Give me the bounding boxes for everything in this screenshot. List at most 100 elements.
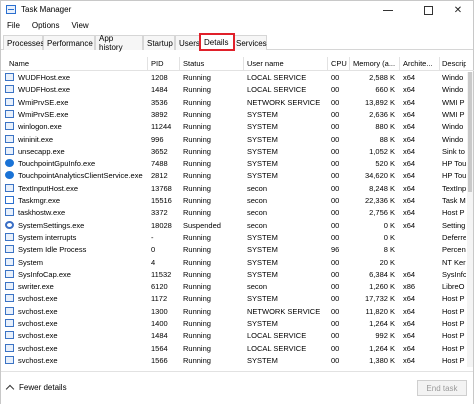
table-row[interactable]: TouchpointGpuInfo.exe 7488 Running SYSTEM 00… — [1, 158, 474, 169]
column-name[interactable]: Name — [9, 59, 29, 68]
menu-view[interactable]: View — [71, 21, 88, 30]
column-divider[interactable] — [179, 57, 180, 71]
table-row[interactable]: Taskmgr.exe 15516 Running secon 00 22,336 K x6… — [1, 195, 474, 206]
table-row[interactable]: SysInfoCap.exe 11532 Running SYSTEM 00 6,384 … — [1, 269, 474, 280]
process-architecture: x64 — [403, 171, 416, 181]
process-memory: 13,892 K — [364, 97, 395, 107]
process-memory: 1,264 K — [369, 319, 395, 328]
process-architecture: x64 — [403, 109, 416, 119]
close-icon: ✕ — [453, 4, 463, 16]
window-icon — [5, 146, 14, 155]
table-row[interactable]: TouchpointAnalyticsClientService.exe 2812… — [1, 170, 474, 181]
tab-performance[interactable]: Performance — [43, 35, 95, 50]
table-row[interactable]: WUDFHost.exe 1208 Running LOCAL SERVICE 00 2,… — [1, 72, 474, 83]
column-cpu[interactable]: CPU — [331, 59, 347, 68]
process-name: WUDFHost.exe — [18, 85, 71, 95]
process-name: swriter.exe — [18, 282, 54, 292]
gear-icon — [5, 220, 14, 229]
process-description: TextInp — [442, 183, 466, 193]
column-divider[interactable] — [349, 57, 350, 71]
table-row[interactable]: System interrupts - Running SYSTEM 00 0 K Defe… — [1, 232, 474, 243]
process-status: Running — [183, 294, 211, 304]
process-name: System Idle Process — [18, 245, 87, 255]
column-divider[interactable] — [147, 57, 148, 71]
process-status: Suspended — [183, 220, 221, 230]
process-status: Running — [183, 257, 211, 267]
process-cpu: 00 — [331, 269, 340, 279]
table-row[interactable]: winlogon.exe 11244 Running SYSTEM 00 880 K x64… — [1, 121, 474, 132]
tab-users[interactable]: Users — [175, 35, 201, 50]
table-row[interactable]: unsecapp.exe 3652 Running SYSTEM 00 1,052 K x6… — [1, 146, 474, 157]
process-cpu: 00 — [331, 196, 340, 205]
process-description: HP Tou — [442, 159, 466, 169]
scrollbar-thumb[interactable] — [468, 72, 472, 192]
process-name: wininit.exe — [18, 134, 54, 144]
table-row[interactable]: svchost.exe 1300 Running NETWORK SERVICE 00 1… — [1, 306, 474, 317]
table-row[interactable]: svchost.exe 1566 Running SYSTEM 00 1,380 K x64… — [1, 355, 474, 366]
process-status: Running — [183, 319, 211, 328]
table-row[interactable]: svchost.exe 1564 Running LOCAL SERVICE 00 1,2… — [1, 343, 474, 354]
table-row[interactable]: WmiPrvSE.exe 3536 Running NETWORK SERVICE 00… — [1, 97, 474, 108]
process-architecture: x64 — [403, 122, 416, 132]
table-row[interactable]: WmiPrvSE.exe 3892 Running SYSTEM 00 2,636 K x6… — [1, 109, 474, 120]
table-row[interactable]: wininit.exe 996 Running SYSTEM 00 88 K x64 Wind… — [1, 134, 474, 145]
maximize-button[interactable] — [411, 1, 445, 19]
tab-details[interactable]: Details — [199, 33, 235, 51]
title-bar[interactable]: Task Manager ✕ — [1, 1, 473, 19]
process-name: svchost.exe — [18, 306, 58, 316]
column-divider[interactable] — [243, 57, 244, 71]
process-memory: 34,620 K — [364, 171, 395, 181]
process-status: Running — [183, 85, 211, 95]
column-pid[interactable]: PID — [151, 59, 164, 68]
table-row[interactable]: taskhostw.exe 3372 Running secon 00 2,756 K x6… — [1, 207, 474, 218]
table-row[interactable]: svchost.exe 1172 Running SYSTEM 00 17,732 K x6… — [1, 293, 474, 304]
window-icon — [5, 269, 14, 278]
process-name: Taskmgr.exe — [18, 196, 61, 205]
process-user: LOCAL SERVICE — [247, 343, 307, 353]
table-row[interactable]: swriter.exe 6120 Running secon 00 1,260 K x86 L… — [1, 281, 474, 292]
end-task-button[interactable]: End task — [417, 380, 467, 396]
process-description: SysInfo — [442, 269, 466, 279]
tab-processes[interactable]: Processes — [3, 35, 44, 50]
process-status: Running — [183, 134, 211, 144]
process-architecture: x64 — [403, 331, 416, 341]
table-row[interactable]: TextInputHost.exe 13768 Running secon 00 8,24… — [1, 183, 474, 194]
process-memory: 1,380 K — [369, 355, 395, 365]
column-memory[interactable]: Memory (a... — [353, 59, 397, 68]
fewer-details-toggle[interactable]: Fewer details — [5, 383, 67, 394]
column-divider[interactable] — [327, 57, 328, 71]
process-user: SYSTEM — [247, 257, 278, 267]
process-pid: 1300 — [151, 306, 168, 316]
process-description: Host P — [442, 294, 465, 304]
menu-file[interactable]: File — [7, 21, 20, 30]
column-divider[interactable] — [439, 57, 440, 71]
minimize-button[interactable] — [371, 1, 405, 19]
table-row[interactable]: SystemSettings.exe 18028 Suspended secon 00 0… — [1, 220, 474, 231]
process-description: Windo — [442, 122, 464, 132]
process-user: SYSTEM — [247, 171, 278, 181]
table-row[interactable]: svchost.exe 1484 Running LOCAL SERVICE 00 992… — [1, 330, 474, 341]
process-user: NETWORK SERVICE — [247, 97, 321, 107]
process-user: SYSTEM — [247, 355, 278, 365]
tab-app-history[interactable]: App history — [95, 34, 143, 52]
menu-options[interactable]: Options — [32, 21, 60, 30]
vertical-scrollbar[interactable] — [467, 72, 473, 367]
tab-startup[interactable]: Startup — [143, 35, 175, 50]
tab-services[interactable]: Services — [231, 35, 267, 50]
process-status: Running — [183, 122, 211, 132]
minimize-icon — [383, 9, 393, 11]
close-button[interactable]: ✕ — [441, 1, 474, 19]
table-row[interactable]: System 4 Running SYSTEM 00 20 K NT Ker — [1, 257, 474, 268]
column-user-name[interactable]: User name — [247, 59, 284, 68]
table-row[interactable]: svchost.exe 1400 Running SYSTEM 00 1,264 K x64… — [1, 318, 474, 329]
column-status[interactable]: Status — [183, 59, 204, 68]
process-pid: 13768 — [151, 183, 172, 193]
column-description[interactable]: Descrip — [442, 59, 466, 68]
column-divider[interactable] — [399, 57, 400, 71]
process-name: SysInfoCap.exe — [18, 269, 71, 279]
table-row[interactable]: System Idle Process 0 Running SYSTEM 96 8 K Pe… — [1, 244, 474, 255]
process-memory: 22,336 K — [364, 196, 395, 205]
process-description: Setting — [442, 220, 466, 230]
table-row[interactable]: WUDFHost.exe 1484 Running LOCAL SERVICE 00 66… — [1, 84, 474, 95]
column-architecture[interactable]: Archite... — [403, 59, 439, 68]
